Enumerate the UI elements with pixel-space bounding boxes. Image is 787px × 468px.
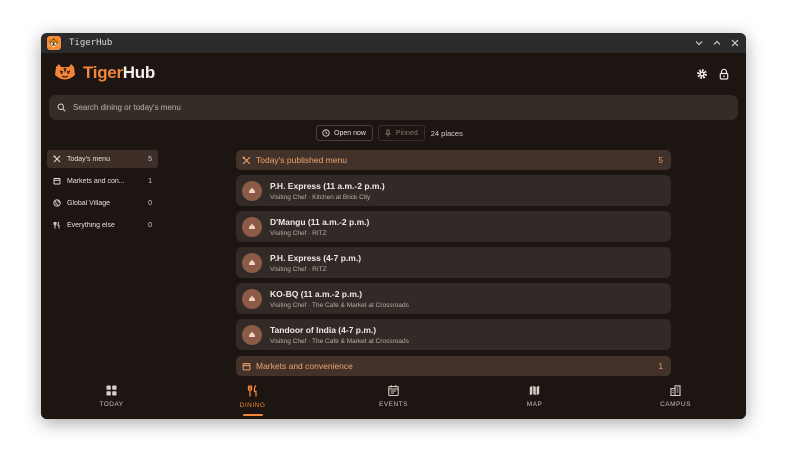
list-item[interactable]: Tandoor of India (4-7 p.m.) Visiting Chef… [236, 319, 671, 350]
places-count: 24 places [430, 128, 463, 138]
sidebar-item-markets[interactable]: Markets and con... 1 [47, 172, 158, 190]
brand-name: TigerHub [83, 63, 155, 82]
cloche-icon [242, 252, 262, 273]
item-name: P.H. Express (4-7 p.m.) [270, 252, 362, 263]
cloche-icon [242, 216, 262, 237]
item-subtitle: Visiting Chef · Kitchen at Brick City [270, 193, 371, 201]
section-header-todays-menu[interactable]: Today's published menu 5 [236, 150, 671, 170]
section-header-markets[interactable]: Markets and convenience 1 [236, 356, 671, 376]
map-icon [529, 385, 540, 396]
app-window: 🐯 TigerHub TigerHub Search dining or tod… [41, 33, 746, 419]
bottom-navigation: TODAY DINING EVENTS MAP CAMPUS [41, 376, 746, 419]
sidebar-item-count: 5 [148, 155, 152, 163]
sidebar-item-count: 1 [148, 177, 152, 185]
section-count: 5 [658, 155, 663, 165]
list-item[interactable]: P.H. Express (11 a.m.-2 p.m.) Visiting Ch… [236, 175, 671, 206]
building-icon [670, 385, 681, 396]
calendar-icon [388, 385, 399, 396]
tab-label: TODAY [99, 401, 124, 408]
lock-icon[interactable] [718, 68, 730, 80]
maximize-button[interactable] [712, 38, 722, 48]
item-subtitle: Visiting Chef · RITZ [270, 265, 327, 273]
close-button[interactable] [730, 38, 740, 48]
search-input[interactable] [73, 103, 713, 112]
sidebar-item-todays-menu[interactable]: Today's menu 5 [47, 150, 158, 168]
item-name: P.H. Express (11 a.m.-2 p.m.) [270, 180, 385, 191]
item-name: D'Mangu (11 a.m.-2 p.m.) [270, 216, 370, 227]
window-title: TigerHub [69, 38, 113, 48]
grid-icon [106, 385, 117, 396]
list-item[interactable]: KO-BQ (11 a.m.-2 p.m.) Visiting Chef · Th… [236, 283, 671, 314]
clock-icon [322, 129, 330, 137]
item-subtitle: Visiting Chef · The Cafe & Market at Cro… [270, 337, 409, 345]
open-now-filter[interactable]: Open now [316, 125, 373, 141]
tiger-logo-icon [55, 64, 75, 80]
sidebar-item-label: Everything else [67, 221, 115, 229]
cloche-icon [242, 288, 262, 309]
section-title: Today's published menu [256, 155, 347, 165]
section-count: 1 [658, 361, 663, 371]
sidebar-item-global-village[interactable]: Global Village 0 [47, 194, 158, 212]
app-header: TigerHub [41, 53, 746, 95]
store-icon [53, 178, 61, 185]
minimize-button[interactable] [694, 38, 704, 48]
sidebar-item-label: Markets and con... [67, 177, 125, 185]
tab-label: MAP [526, 401, 543, 408]
fork-knife-icon [247, 385, 257, 397]
list-item[interactable]: P.H. Express (4-7 p.m.) Visiting Chef · R… [236, 247, 671, 278]
utensils-cross-icon [53, 155, 61, 163]
open-now-label: Open now [334, 129, 366, 137]
active-tab-indicator [242, 414, 263, 416]
item-subtitle: Visiting Chef · RITZ [270, 229, 327, 237]
tab-label: DINING [239, 402, 266, 409]
brand-logo[interactable]: TigerHub [53, 63, 155, 83]
app-logo-icon: 🐯 [47, 36, 61, 50]
sidebar-item-label: Global Village [67, 199, 111, 207]
cloche-icon [242, 324, 262, 345]
utensils-cross-icon [242, 156, 251, 164]
tab-dining[interactable]: DINING [182, 376, 323, 419]
tab-today[interactable]: TODAY [41, 376, 182, 419]
cloche-icon [242, 180, 262, 201]
category-sidebar: Today's menu 5 Markets and con... 1 Glob… [47, 150, 158, 238]
close-icon [731, 39, 739, 47]
sidebar-item-label: Today's menu [67, 155, 110, 163]
pin-icon [385, 129, 391, 137]
chevron-up-icon [713, 40, 721, 45]
sidebar-item-count: 0 [148, 199, 152, 207]
item-name: Tandoor of India (4-7 p.m.) [270, 324, 377, 335]
search-bar[interactable] [49, 95, 738, 120]
item-subtitle: Visiting Chef · The Cafe & Market at Cro… [270, 301, 409, 309]
store-icon [242, 362, 251, 370]
search-icon [57, 103, 66, 112]
pinned-label: Pinned [395, 129, 418, 137]
dining-list: Today's published menu 5 P.H. Express (1… [236, 150, 671, 376]
section-title: Markets and convenience [256, 361, 353, 371]
sidebar-item-everything-else[interactable]: Everything else 0 [47, 216, 158, 234]
gear-icon[interactable] [696, 68, 708, 80]
globe-icon [53, 199, 61, 207]
chevron-down-icon [695, 41, 703, 46]
tab-map[interactable]: MAP [464, 376, 605, 419]
filter-bar: Open now Pinned 24 places [316, 125, 463, 141]
tab-label: EVENTS [378, 401, 408, 408]
item-name: KO-BQ (11 a.m.-2 p.m.) [270, 288, 363, 299]
list-item[interactable]: D'Mangu (11 a.m.-2 p.m.) Visiting Chef · … [236, 211, 671, 242]
pinned-filter[interactable]: Pinned [377, 125, 425, 141]
sidebar-item-count: 0 [148, 221, 152, 229]
title-bar: 🐯 TigerHub [41, 33, 746, 53]
tab-campus[interactable]: CAMPUS [605, 376, 746, 419]
tab-label: CAMPUS [660, 401, 691, 408]
tab-events[interactable]: EVENTS [323, 376, 464, 419]
fork-knife-icon [53, 221, 60, 229]
